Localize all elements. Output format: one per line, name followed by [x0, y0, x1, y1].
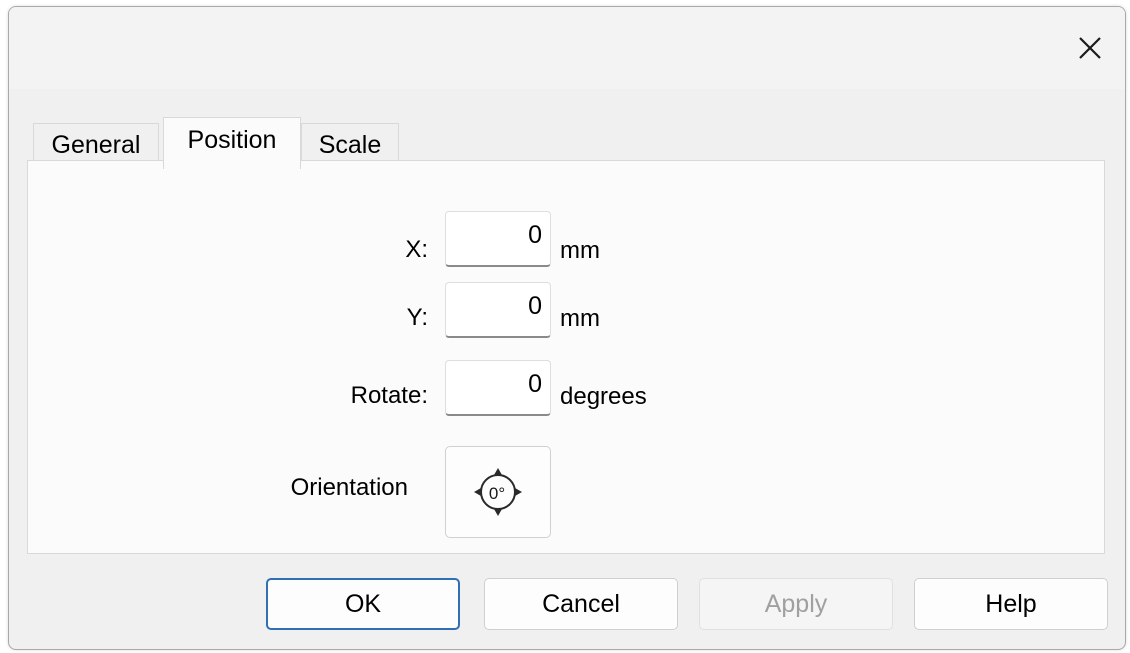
y-unit: mm: [560, 305, 600, 332]
close-button[interactable]: [1069, 27, 1111, 69]
x-input[interactable]: [445, 211, 551, 267]
position-panel: X: mm Y: mm Rotate: degrees Orientation …: [27, 160, 1105, 554]
ok-button[interactable]: OK: [266, 578, 460, 630]
tab-scale-label: Scale: [318, 131, 382, 159]
rotate-input[interactable]: [445, 360, 551, 416]
orientation-button[interactable]: 0°: [445, 446, 551, 538]
rotation-0-degrees-icon: 0°: [474, 468, 522, 516]
orientation-icon-text: 0°: [489, 484, 505, 503]
rotate-label: Rotate:: [350, 382, 428, 409]
orientation-label: Orientation: [290, 474, 408, 501]
x-unit: mm: [560, 237, 600, 264]
tab-position-label: Position: [187, 126, 277, 154]
cancel-button-label: Cancel: [542, 589, 620, 618]
help-button-label: Help: [985, 589, 1037, 618]
tab-general-label: General: [51, 131, 141, 159]
cancel-button[interactable]: Cancel: [484, 578, 678, 630]
tab-position[interactable]: Position: [163, 117, 301, 169]
y-input[interactable]: [445, 282, 551, 338]
position-dialog: General Position Scale X: mm Y: mm Rotat…: [8, 6, 1126, 650]
apply-button-label: Apply: [764, 589, 828, 618]
x-label: X:: [405, 236, 428, 263]
title-bar: [9, 7, 1125, 89]
help-button[interactable]: Help: [914, 578, 1108, 630]
rotate-unit: degrees: [560, 383, 647, 410]
y-label: Y:: [406, 304, 428, 331]
ok-button-label: OK: [344, 589, 382, 618]
close-icon: [1079, 37, 1101, 59]
apply-button[interactable]: Apply: [699, 578, 893, 630]
